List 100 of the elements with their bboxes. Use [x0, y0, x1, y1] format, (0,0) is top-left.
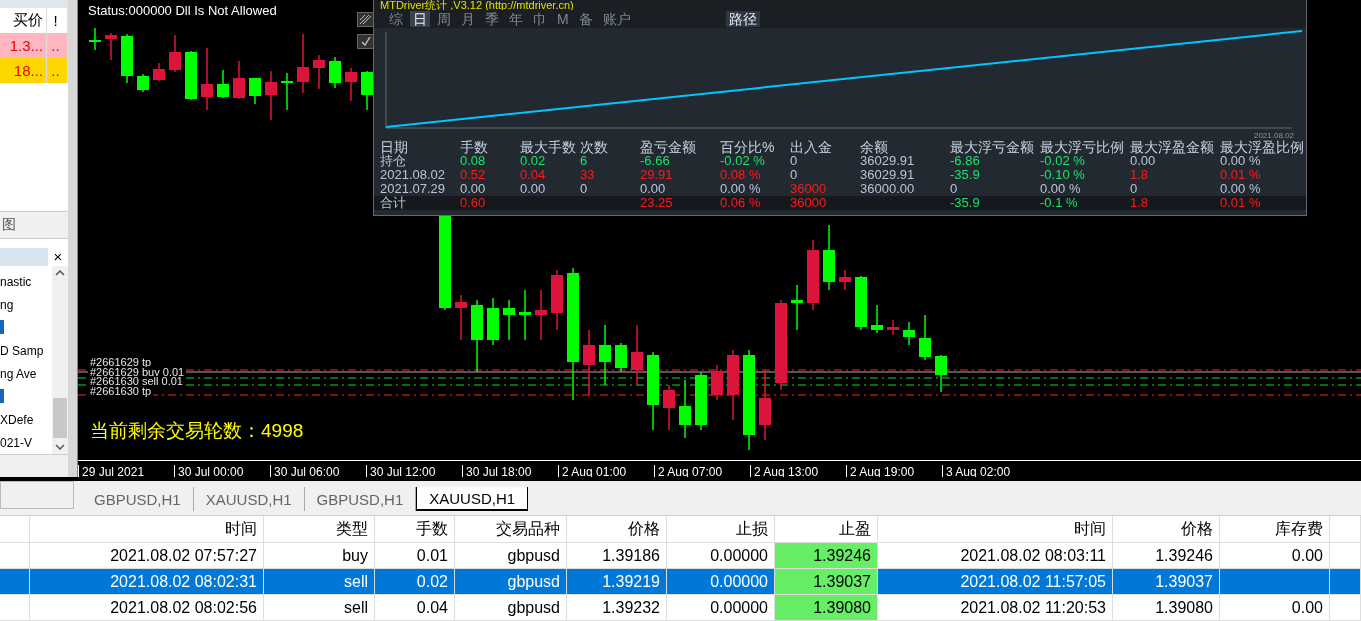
table-cell: 2021.08.02 08:03:11 — [878, 543, 1113, 568]
navigator-item[interactable]: D Samp — [0, 339, 44, 363]
candle — [313, 54, 325, 90]
period-tab[interactable]: 综 — [386, 11, 406, 27]
stat-cell-text: -6.66 — [640, 154, 671, 168]
column-header: 最大浮盈比例 — [1220, 140, 1305, 154]
period-tab[interactable]: 巾 — [530, 11, 550, 27]
table-cell: 2021.08.02 07:57:27 — [30, 543, 264, 568]
period-tab[interactable]: 季 — [482, 11, 502, 27]
table-cell: 2021.08.02 11:57:05 — [878, 569, 1113, 594]
candle — [583, 329, 595, 396]
candle — [153, 62, 165, 82]
column-header[interactable]: 手数 — [375, 516, 455, 542]
status-text: Status:000000 Dll Is Not Allowed — [88, 3, 277, 18]
candle — [871, 304, 883, 334]
stat-cell-text: 36029.91 — [860, 168, 916, 182]
navigator-item[interactable]: ng — [0, 293, 14, 317]
panel-tab[interactable]: 图 — [0, 211, 68, 240]
stat-cell-text: -6.86 — [950, 154, 980, 168]
column-header[interactable]: 库存费 — [1220, 516, 1330, 542]
candle — [361, 70, 373, 111]
column-header: 最大浮亏金额 — [950, 140, 1035, 154]
candle — [919, 314, 931, 361]
candle — [137, 73, 149, 93]
navigator-item[interactable]: nastic — [0, 270, 32, 294]
navigator-header — [0, 248, 48, 267]
stat-cell-text: -0.02 % — [720, 154, 766, 168]
scroll-down-icon[interactable] — [55, 444, 65, 451]
table-cell: 0.04 — [375, 595, 455, 620]
candle — [201, 47, 213, 111]
candle — [663, 384, 675, 431]
candle — [503, 299, 515, 341]
stat-cell-text: 0 — [790, 154, 798, 168]
candle — [185, 50, 197, 101]
column-header[interactable]: 交易品种 — [455, 516, 567, 542]
item-icon[interactable] — [0, 389, 4, 404]
stat-cell-text: 33 — [580, 168, 596, 182]
scrollbar[interactable] — [52, 266, 68, 455]
table-cell: 0.00 — [1220, 543, 1330, 568]
chart-tab[interactable]: XAUUSD,H1 — [416, 487, 529, 511]
candle — [887, 319, 899, 336]
scrollbar-thumb[interactable] — [53, 398, 67, 439]
order-row[interactable]: 2021.08.02 08:02:31 sell 0.02 gbpusd 1.39219 0.00000 1.39037 2021.08.02 11:57:05 1.39037 — [0, 569, 1361, 595]
navigator-item[interactable]: ng Ave — [0, 362, 37, 386]
candle — [695, 371, 707, 431]
table-cell: 1.39037 — [775, 569, 878, 594]
column-header: 最大浮亏比例 — [1040, 140, 1125, 154]
stat-cell-text: 0.00 % — [1040, 182, 1082, 196]
stat-cell-text: -0.02 % — [1040, 154, 1085, 168]
column-header[interactable]: 类型 — [264, 516, 375, 542]
column-header[interactable]: 止损 — [667, 516, 775, 542]
candle — [281, 72, 293, 111]
table-cell: gbpusd — [455, 543, 567, 568]
column-header[interactable]: 止盈 — [775, 516, 878, 542]
candle — [615, 342, 627, 373]
candle — [631, 324, 643, 386]
candle — [535, 289, 547, 341]
stat-cell-text: 2021.07.29 — [380, 182, 447, 196]
stat-cell-text: 0.02 — [520, 154, 546, 168]
quote-cell: 18... — [0, 58, 47, 83]
candle — [759, 369, 771, 441]
chart-date: 2021.08.02 — [1253, 131, 1294, 140]
rounds-remaining: 当前剩余交易轮数：4998 — [90, 419, 304, 443]
order-label: #2661630 tp — [88, 385, 154, 397]
navigator-item[interactable]: 021-V — [0, 431, 33, 455]
stat-cell-text: 0.01 % — [1220, 168, 1262, 182]
order-row[interactable]: 2021.08.02 08:02:56 sell 0.04 gbpusd 1.39232 0.00000 1.39080 2021.08.02 11:20:53 1.39080 0.00 — [0, 595, 1361, 621]
candle — [345, 67, 357, 102]
stat-cell-text: 0.00 — [640, 182, 667, 196]
column-header[interactable]: 时间 — [30, 516, 264, 542]
stat-cell-text: 0.00 — [1130, 154, 1156, 168]
column-header[interactable]: 价格 — [1113, 516, 1220, 542]
table-cell: 2021.08.02 08:02:56 — [30, 595, 264, 620]
column-header: 余额 — [860, 140, 889, 154]
column-header[interactable]: 价格 — [567, 516, 667, 542]
stat-cell-text: -35.9 — [950, 168, 981, 182]
stat-cell-text: 29.91 — [640, 168, 674, 182]
column-header: 出入金 — [790, 140, 833, 154]
column-header[interactable]: 时间 — [878, 516, 1113, 542]
table-cell: 1.39246 — [775, 543, 878, 568]
item-icon[interactable] — [0, 320, 4, 335]
order-row[interactable]: 2021.08.02 07:57:27 buy 0.01 gbpusd 1.39186 0.00000 1.39246 2021.08.02 08:03:11 1.39246 0.00 — [0, 543, 1361, 569]
period-tab[interactable]: 月 — [458, 11, 478, 27]
scroll-up-icon[interactable] — [55, 270, 65, 277]
stat-cell-text: 0.08 — [460, 154, 486, 168]
column-header: 最大浮盈金额 — [1130, 140, 1215, 154]
path-button[interactable]: 路径 — [725, 11, 760, 27]
stat-cell-text: 0.06 % — [720, 196, 762, 210]
stat-cell-text: 0.52 — [460, 168, 487, 182]
period-tab[interactable]: 账户 — [599, 11, 634, 27]
stat-cell-text: 36029.91 — [860, 154, 916, 168]
period-tab[interactable]: 备 — [575, 11, 596, 27]
period-tab[interactable]: 年 — [506, 11, 526, 27]
navigator-item[interactable]: XDefe — [0, 408, 34, 432]
period-tab[interactable]: M — [554, 11, 572, 27]
period-tab[interactable]: 周 — [434, 11, 454, 27]
candle — [105, 32, 117, 61]
period-tab[interactable]: 日 — [410, 11, 430, 27]
column-header: 最大手数 — [520, 140, 577, 154]
column-header: 次数 — [580, 140, 609, 154]
